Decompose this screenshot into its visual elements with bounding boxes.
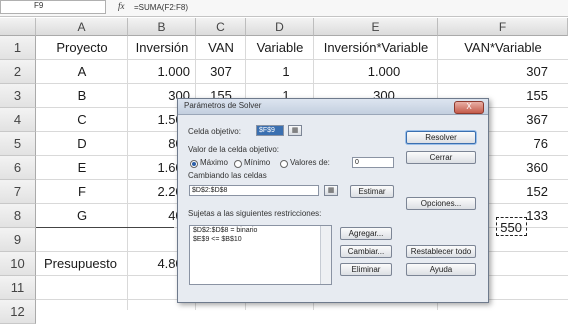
- max-label: Máximo: [200, 158, 229, 167]
- close-icon[interactable]: X: [454, 101, 484, 114]
- valueof-input[interactable]: 0: [352, 157, 394, 168]
- row-header-11[interactable]: 11: [0, 276, 36, 300]
- column-header-f[interactable]: F: [438, 18, 568, 36]
- help-button[interactable]: Ayuda: [406, 263, 476, 276]
- change-button[interactable]: Cambiar...: [340, 245, 392, 258]
- cell-a1[interactable]: Proyecto: [36, 36, 128, 60]
- constraints-label: Sujetas a las siguientes restricciones:: [188, 209, 322, 218]
- options-button[interactable]: Opciones...: [406, 197, 476, 210]
- row-header-8[interactable]: 8: [0, 204, 36, 228]
- row-header-10[interactable]: 10: [0, 252, 36, 276]
- select-all-corner[interactable]: [0, 18, 36, 36]
- solver-dialog: Parámetros de Solver X Celda objetivo: $…: [177, 98, 489, 303]
- row-header-9[interactable]: 9: [0, 228, 36, 252]
- cell-a3[interactable]: B: [36, 84, 128, 108]
- constraint-item[interactable]: $E$9 <= $B$10: [190, 235, 331, 244]
- column-header-c[interactable]: C: [196, 18, 246, 36]
- name-box[interactable]: F9: [0, 0, 106, 14]
- changing-cells-input[interactable]: $D$2:$D$8: [189, 185, 319, 196]
- constraints-scrollbar[interactable]: [320, 226, 331, 284]
- row-header-5[interactable]: 5: [0, 132, 36, 156]
- target-cell-label: Celda objetivo:: [188, 127, 241, 136]
- cell-e2[interactable]: 1.000: [314, 60, 454, 84]
- row-header-2[interactable]: 2: [0, 60, 36, 84]
- formula-text[interactable]: =SUMA(F2:F8): [134, 3, 188, 12]
- cell-b2[interactable]: 1.000: [128, 60, 190, 84]
- cell-f2[interactable]: 307: [438, 60, 548, 84]
- solve-button[interactable]: Resolver: [406, 131, 476, 144]
- column-header-e[interactable]: E: [314, 18, 438, 36]
- cell-f1[interactable]: VAN*Variable: [438, 36, 568, 60]
- total-separator-line: [36, 227, 174, 228]
- row-header-4[interactable]: 4: [0, 108, 36, 132]
- column-header-a[interactable]: A: [36, 18, 128, 36]
- close-button[interactable]: Cerrar: [406, 151, 476, 164]
- target-cell-picker-icon[interactable]: ▦: [288, 125, 302, 136]
- add-button[interactable]: Agregar...: [340, 227, 392, 240]
- column-header-d[interactable]: D: [246, 18, 314, 36]
- row-header-3[interactable]: 3: [0, 84, 36, 108]
- min-radio[interactable]: [234, 160, 242, 168]
- dialog-title: Parámetros de Solver: [184, 101, 262, 110]
- cell-ref: F9: [34, 1, 44, 10]
- max-radio[interactable]: [190, 160, 198, 168]
- cell-a2[interactable]: A: [36, 60, 128, 84]
- column-header-b[interactable]: B: [128, 18, 196, 36]
- min-label: Mínimo: [244, 158, 271, 167]
- row-header-7[interactable]: 7: [0, 180, 36, 204]
- cell-a7[interactable]: F: [36, 180, 128, 204]
- cell-a4[interactable]: C: [36, 108, 128, 132]
- valueof-radio[interactable]: [280, 160, 288, 168]
- cell-a6[interactable]: E: [36, 156, 128, 180]
- reset-all-button[interactable]: Restablecer todo: [406, 245, 476, 258]
- value-label: Valor de la celda objetivo:: [188, 145, 280, 154]
- row-header-6[interactable]: 6: [0, 156, 36, 180]
- fx-icon[interactable]: fx: [118, 1, 125, 11]
- target-cell-input[interactable]: $F$9: [256, 125, 284, 136]
- cell-a8[interactable]: G: [36, 204, 128, 228]
- row-header-12[interactable]: 12: [0, 300, 36, 324]
- cell-b1[interactable]: Inversión: [128, 36, 196, 60]
- guess-button[interactable]: Estimar: [350, 185, 394, 198]
- dialog-title-bar[interactable]: Parámetros de Solver X: [178, 99, 488, 115]
- valueof-label: Valores de:: [290, 158, 330, 167]
- cell-d1[interactable]: Variable: [246, 36, 314, 60]
- formula-bar: F9 fx =SUMA(F2:F8): [0, 0, 568, 17]
- cell-a10[interactable]: Presupuesto: [44, 252, 134, 276]
- cell-c1[interactable]: VAN: [196, 36, 246, 60]
- cell-e1[interactable]: Inversión*Variable: [314, 36, 438, 60]
- row-header-1[interactable]: 1: [0, 36, 36, 60]
- constraints-list[interactable]: $D$2:$D$8 = binario $E$9 <= $B$10: [189, 225, 332, 285]
- cell-a5[interactable]: D: [36, 132, 128, 156]
- changing-cells-picker-icon[interactable]: ▦: [324, 185, 338, 196]
- delete-button[interactable]: Eliminar: [340, 263, 392, 276]
- changing-cells-label: Cambiando las celdas: [188, 171, 267, 180]
- cell-c2[interactable]: 307: [196, 60, 246, 84]
- constraint-item[interactable]: $D$2:$D$8 = binario: [190, 226, 331, 235]
